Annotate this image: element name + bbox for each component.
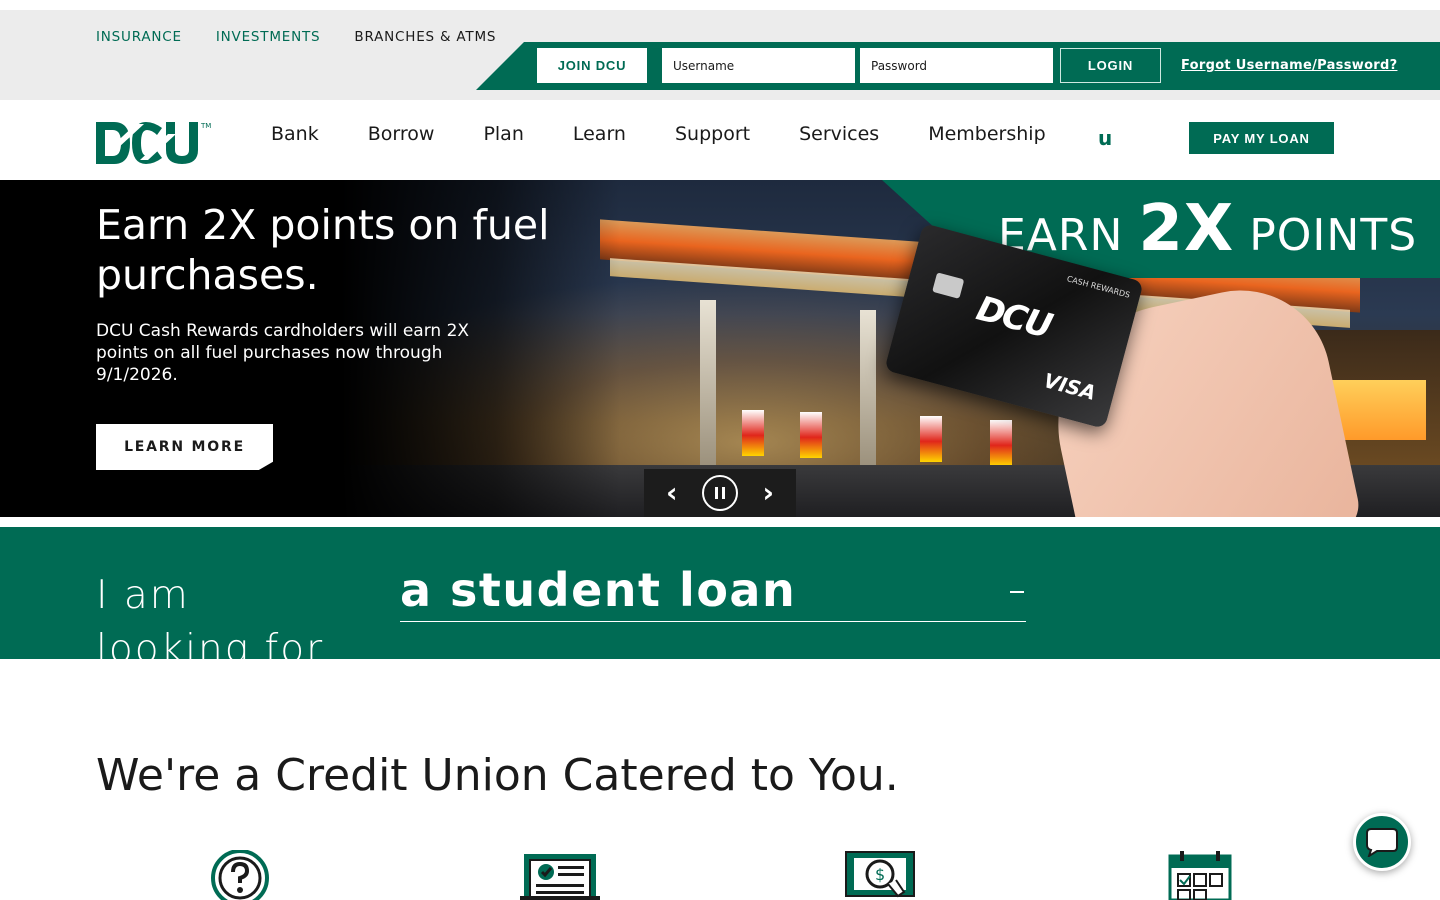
nav-learn[interactable]: Learn — [573, 123, 626, 145]
nav-borrow[interactable]: Borrow — [368, 123, 435, 145]
money-cycle-icon: $ — [845, 851, 915, 898]
chat-icon — [1366, 828, 1398, 857]
looking-for-select[interactable]: a student loan — [400, 563, 1026, 622]
promo-headline: EARN 2X POINTS — [998, 192, 1418, 266]
nav-support[interactable]: Support — [675, 123, 750, 145]
document-check-icon — [520, 854, 600, 900]
chevron-right-icon[interactable]: › — [762, 479, 774, 507]
main-nav: TM Bank Borrow Plan Learn Support Servic… — [0, 100, 1440, 180]
nav-plan[interactable]: Plan — [483, 123, 523, 145]
nav-bank[interactable]: Bank — [271, 123, 319, 145]
username-input[interactable] — [662, 48, 855, 83]
utility-links: INSURANCE INVESTMENTS BRANCHES & ATMS — [96, 29, 496, 45]
pause-icon[interactable] — [702, 475, 738, 511]
branches-atms-link[interactable]: BRANCHES & ATMS — [354, 29, 496, 45]
carousel-controls: ‹ › — [644, 469, 796, 517]
chat-button[interactable] — [1353, 813, 1411, 871]
learn-more-button[interactable]: LEARN MORE — [96, 424, 273, 470]
dcu-logo[interactable]: TM — [96, 120, 220, 166]
chip-icon — [932, 272, 965, 299]
question-icon — [211, 850, 269, 900]
chevron-left-icon[interactable]: ‹ — [666, 479, 678, 507]
looking-for-label: I am looking for — [96, 573, 325, 659]
investments-link[interactable]: INVESTMENTS — [216, 29, 321, 45]
forgot-credentials-link[interactable]: Forgot Username/Password? — [1181, 58, 1397, 73]
search-icon[interactable]: u — [1098, 126, 1112, 150]
chevron-down-icon — [1010, 591, 1024, 597]
hero-description: DCU Cash Rewards cardholders will earn 2… — [96, 321, 470, 385]
join-dcu-button[interactable]: JOIN DCU — [537, 48, 647, 83]
password-input[interactable] — [860, 48, 1053, 83]
primary-nav: Bank Borrow Plan Learn Support Services … — [271, 123, 1095, 145]
calendar-check-icon — [1168, 851, 1232, 900]
hero-carousel: EARN 2X POINTS CASH REWARDS DCU VISA Ear… — [0, 180, 1440, 517]
insurance-link[interactable]: INSURANCE — [96, 29, 182, 45]
login-button[interactable]: LOGIN — [1060, 48, 1161, 83]
svg-text:TM: TM — [200, 122, 211, 130]
svg-text:$: $ — [875, 865, 885, 884]
nav-membership[interactable]: Membership — [928, 123, 1045, 145]
section-title: We're a Credit Union Catered to You. — [96, 750, 899, 801]
nav-services[interactable]: Services — [799, 123, 879, 145]
pay-my-loan-button[interactable]: PAY MY LOAN — [1189, 122, 1334, 154]
looking-for-band: I am looking for a student loan — [0, 527, 1440, 659]
hero-title: Earn 2X points on fuel purchases. — [96, 201, 550, 299]
